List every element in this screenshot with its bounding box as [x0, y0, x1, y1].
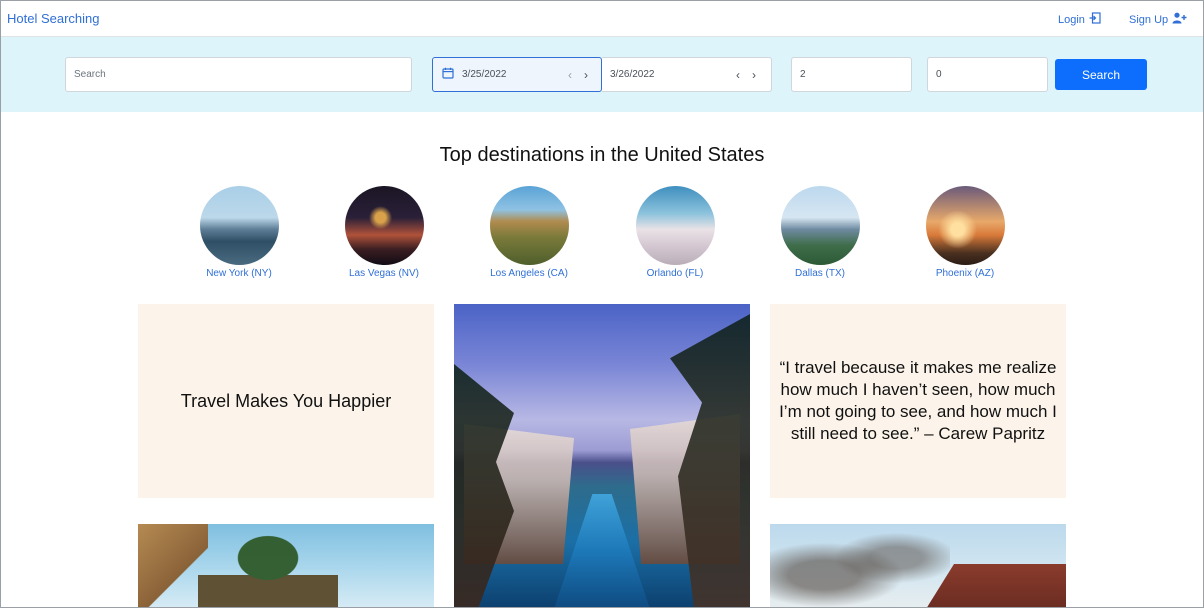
destination-los-angeles[interactable]: Los Angeles (CA) [459, 186, 599, 279]
date-range-picker[interactable]: 3/25/2022 ‹ › 3/26/2022 ‹ › [432, 57, 772, 92]
search-input[interactable] [74, 69, 411, 80]
check-in-value: 3/25/2022 [462, 69, 507, 80]
search-bar: 3/25/2022 ‹ › 3/26/2022 ‹ › Search [1, 37, 1203, 112]
destinations-title: Top destinations in the United States [439, 144, 765, 166]
destination-new-york[interactable]: New York (NY) [169, 186, 309, 279]
headline-card: Travel Makes You Happier [138, 304, 434, 498]
beach-photo [138, 524, 434, 607]
brand-link[interactable]: Hotel Searching [7, 11, 100, 26]
top-navbar: Hotel Searching Login Sign Up [1, 1, 1203, 37]
rooms-input[interactable] [936, 69, 1047, 80]
destination-image[interactable] [344, 186, 424, 265]
destination-label[interactable]: Las Vegas (NV) [314, 268, 454, 279]
signup-link[interactable]: Sign Up [1129, 12, 1187, 27]
check-out-value: 3/26/2022 [610, 69, 655, 80]
login-label: Login [1058, 13, 1085, 26]
destination-label[interactable]: New York (NY) [169, 268, 309, 279]
pool-shape [554, 494, 650, 607]
resort-photo [454, 304, 750, 607]
destination-image[interactable] [925, 186, 1005, 265]
quote-card: “I travel because it makes me realize ho… [770, 304, 1066, 498]
calendar-icon [442, 67, 454, 82]
signup-label: Sign Up [1129, 13, 1169, 26]
guests-input[interactable] [800, 69, 911, 80]
login-icon [1089, 12, 1101, 27]
house-photo [770, 524, 1066, 607]
rooms-field[interactable] [927, 57, 1048, 92]
branches-shape [770, 524, 950, 607]
chevron-right-icon[interactable]: › [584, 68, 588, 82]
app-window: Hotel Searching Login Sign Up Search 3/2… [0, 0, 1204, 608]
destination-image[interactable] [780, 186, 860, 265]
destination-label[interactable]: Orlando (FL) [605, 268, 745, 279]
search-button[interactable]: Search [1055, 59, 1147, 90]
guests-field[interactable] [791, 57, 912, 92]
add-user-icon [1172, 12, 1187, 27]
chevron-right-icon[interactable]: › [752, 68, 756, 82]
quote-text: “I travel because it makes me realize ho… [779, 358, 1057, 443]
palm-shape [198, 524, 338, 607]
destination-las-vegas[interactable]: Las Vegas (NV) [314, 186, 454, 279]
destination-image[interactable] [489, 186, 569, 265]
destination-label[interactable]: Phoenix (AZ) [895, 268, 1035, 279]
destination-image[interactable] [199, 186, 279, 265]
login-link[interactable]: Login [1058, 12, 1101, 27]
headline-text: Travel Makes You Happier [180, 390, 392, 411]
destination-label[interactable]: Los Angeles (CA) [459, 268, 599, 279]
search-field[interactable] [65, 57, 412, 92]
check-out-field[interactable]: 3/26/2022 ‹ › [602, 57, 772, 92]
destination-phoenix[interactable]: Phoenix (AZ) [895, 186, 1035, 279]
destination-label[interactable]: Dallas (TX) [750, 268, 890, 279]
check-in-field[interactable]: 3/25/2022 ‹ › [432, 57, 602, 92]
destination-dallas[interactable]: Dallas (TX) [750, 186, 890, 279]
destination-image[interactable] [635, 186, 715, 265]
chevron-left-icon[interactable]: ‹ [736, 68, 740, 82]
chevron-left-icon[interactable]: ‹ [568, 68, 572, 82]
destination-orlando[interactable]: Orlando (FL) [605, 186, 745, 279]
